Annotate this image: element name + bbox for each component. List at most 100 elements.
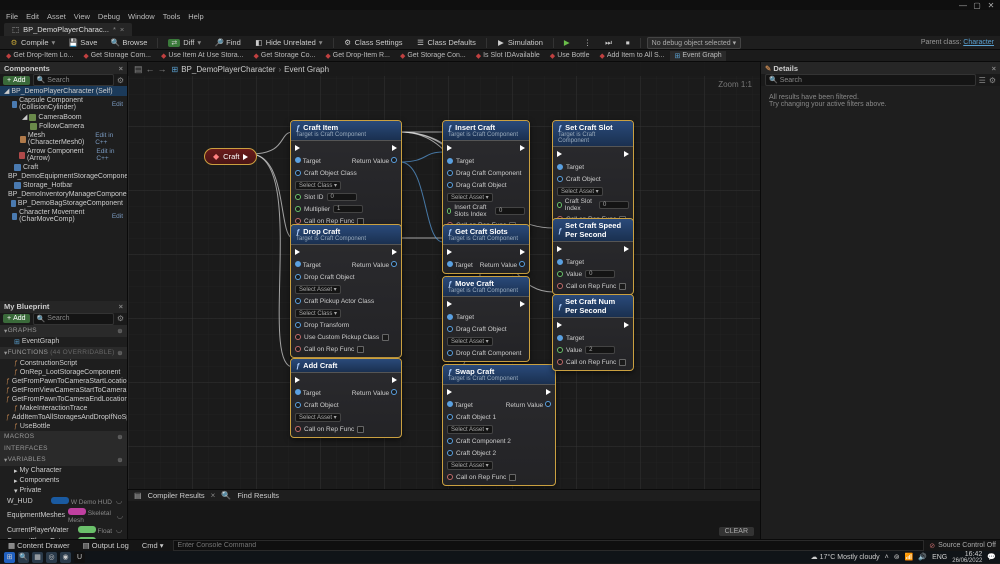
tray-volume-icon[interactable]: 🔊 bbox=[918, 553, 927, 561]
settings-icon[interactable]: ⚙ bbox=[117, 76, 124, 85]
function-item[interactable]: ƒMakeInteractionTrace bbox=[0, 404, 127, 413]
exec-pin-in[interactable] bbox=[295, 249, 300, 255]
asset-selector[interactable]: Select Asset ▾ bbox=[447, 461, 493, 470]
pin-obj[interactable] bbox=[295, 274, 301, 280]
event-graph-tab[interactable]: ⊞Event Graph bbox=[670, 51, 725, 61]
variable-group[interactable]: ▸ Components bbox=[0, 476, 127, 486]
graph-item[interactable]: ⊞EventGraph bbox=[0, 337, 127, 347]
pin-obj[interactable] bbox=[295, 402, 301, 408]
menu-edit[interactable]: Edit bbox=[26, 12, 39, 21]
browse-button[interactable]: 🔍Browse bbox=[107, 37, 151, 48]
window-maximize[interactable]: ▢ bbox=[972, 1, 982, 9]
tray-notifications-icon[interactable]: 💬 bbox=[987, 553, 996, 561]
pin-obj1[interactable] bbox=[447, 414, 453, 420]
settings-icon[interactable]: ⚙ bbox=[117, 314, 124, 323]
pin-comp2[interactable] bbox=[447, 438, 453, 444]
pin-target[interactable] bbox=[295, 389, 301, 395]
checkbox[interactable] bbox=[619, 283, 626, 290]
add-icon[interactable]: ⊕ bbox=[117, 327, 123, 335]
variable-item[interactable]: EquipmentMeshes Skeletal Mesh◡ bbox=[0, 507, 127, 525]
pin-return[interactable] bbox=[391, 389, 397, 395]
pin-obj2[interactable] bbox=[447, 450, 453, 456]
pin-target[interactable] bbox=[557, 259, 563, 265]
function-item[interactable]: ƒAddItemToAllStoragesAndDropIfNoSpace bbox=[0, 413, 127, 422]
value-input[interactable]: 0 bbox=[585, 270, 615, 278]
exec-pin-out[interactable] bbox=[392, 145, 397, 151]
node-swap-craft[interactable]: ƒSwap CraftTarget is Craft Component Tar… bbox=[442, 364, 556, 486]
pin-mult[interactable] bbox=[295, 206, 301, 212]
close-icon[interactable]: × bbox=[119, 64, 123, 73]
components-search[interactable]: 🔍Search bbox=[33, 74, 114, 86]
console-command-input[interactable] bbox=[173, 540, 925, 551]
fn-shortcut[interactable]: ◆Get Drop-Item R... bbox=[321, 51, 394, 61]
cmd-dropdown[interactable]: Cmd ▾ bbox=[138, 540, 168, 551]
add-icon[interactable]: ⊕ bbox=[117, 456, 123, 464]
hide-unrelated-button[interactable]: ◧Hide Unrelated▾ bbox=[251, 37, 327, 48]
exec-pin[interactable] bbox=[243, 154, 248, 160]
pin-target[interactable] bbox=[557, 164, 563, 170]
step-button[interactable]: ⏭ bbox=[601, 37, 616, 49]
breadcrumb-blueprint[interactable]: BP_DemoPlayerCharacter bbox=[181, 65, 275, 74]
section-interfaces[interactable]: INTERFACES bbox=[0, 443, 127, 454]
class-selector[interactable]: Select Class ▾ bbox=[295, 181, 341, 190]
tray-wifi-icon[interactable]: 📶 bbox=[905, 553, 914, 561]
variable-item[interactable]: CurrentPlayerEat Float◡ bbox=[0, 536, 127, 540]
clear-button[interactable]: CLEAR bbox=[719, 527, 754, 536]
close-icon[interactable]: × bbox=[119, 302, 123, 311]
component-item[interactable]: Craft bbox=[0, 163, 127, 172]
pin-comp[interactable] bbox=[447, 170, 453, 176]
component-item[interactable]: ◢CameraBoom bbox=[0, 112, 127, 122]
node-move-craft[interactable]: ƒMove CraftTarget is Craft Component Tar… bbox=[442, 276, 530, 362]
checkbox[interactable] bbox=[509, 474, 516, 481]
exec-pin-in[interactable] bbox=[557, 322, 562, 328]
section-variables[interactable]: ▾ VARIABLES⊕ bbox=[0, 454, 127, 466]
exec-pin-in[interactable] bbox=[447, 249, 452, 255]
task-chrome[interactable]: ◉ bbox=[60, 552, 71, 563]
exec-pin-out[interactable] bbox=[624, 246, 629, 252]
node-set-craft-slot[interactable]: ƒSet Craft SlotTarget is Craft Component… bbox=[552, 120, 634, 228]
tab-close[interactable]: × bbox=[120, 25, 124, 34]
details-header[interactable]: ✎ Details× bbox=[761, 62, 1000, 74]
save-button[interactable]: 💾Save bbox=[65, 37, 101, 48]
function-item[interactable]: ƒUseBottle bbox=[0, 422, 127, 431]
add-blueprint-button[interactable]: + Add bbox=[3, 314, 30, 323]
pin-target[interactable] bbox=[447, 261, 453, 267]
node-drop-craft[interactable]: ƒDrop CraftTarget is Craft Component Tar… bbox=[290, 224, 402, 358]
task-edge[interactable]: ◎ bbox=[46, 552, 57, 563]
close-icon[interactable]: × bbox=[992, 64, 996, 73]
parent-class-link[interactable]: Character bbox=[963, 39, 994, 46]
node-set-craft-speed[interactable]: ƒSet Craft Speed Per Second Target Value… bbox=[552, 218, 634, 295]
exec-pin-in[interactable] bbox=[447, 145, 452, 151]
variable-item[interactable]: W_HUD W Demo HUD◡ bbox=[0, 496, 127, 507]
exec-pin-in[interactable] bbox=[447, 389, 452, 395]
component-item[interactable]: Storage_Hotbar bbox=[0, 181, 127, 190]
graph-drawer-icon[interactable]: ▤ bbox=[134, 64, 143, 75]
myblueprint-search[interactable]: 🔍Search bbox=[33, 313, 114, 325]
exec-pin-out[interactable] bbox=[624, 151, 629, 157]
event-node-craft[interactable]: ◆ Craft bbox=[204, 148, 257, 165]
component-item[interactable]: BP_DemoEquipmentStorageComponent bbox=[0, 172, 127, 181]
exec-pin-in[interactable] bbox=[557, 151, 562, 157]
taskbar-clock[interactable]: 16:42 26/06/2022 bbox=[952, 551, 982, 564]
exec-pin-in[interactable] bbox=[557, 246, 562, 252]
fn-shortcut[interactable]: ◆Get Storage Com... bbox=[79, 51, 155, 61]
menu-view[interactable]: View bbox=[74, 12, 90, 21]
filter-icon[interactable]: ☰ bbox=[979, 76, 986, 85]
weather-widget[interactable]: ☁ 17°C Mostly cloudy bbox=[811, 553, 880, 561]
exec-pin-in[interactable] bbox=[295, 145, 300, 151]
task-unreal[interactable]: U bbox=[74, 552, 85, 563]
component-root[interactable]: ◢BP_DemoPlayerCharacter (Self) bbox=[0, 86, 127, 96]
fn-shortcut[interactable]: ◆Get Storage Co... bbox=[250, 51, 320, 61]
tray-chevron[interactable]: ˄ bbox=[885, 554, 889, 561]
function-item[interactable]: ƒGetFromViewCameraStartToCameraEndLocati… bbox=[0, 386, 127, 395]
mult-input[interactable]: 1 bbox=[333, 205, 363, 213]
window-close[interactable]: ✕ bbox=[986, 1, 996, 9]
blueprint-tab[interactable]: ⬚ BP_DemoPlayerCharac... * × bbox=[4, 23, 132, 36]
exec-pin-in[interactable] bbox=[295, 377, 300, 383]
play-button[interactable]: ▶ bbox=[560, 37, 574, 48]
pin-target[interactable] bbox=[295, 261, 301, 267]
idx-input[interactable]: 0 bbox=[599, 201, 629, 209]
menu-asset[interactable]: Asset bbox=[47, 12, 66, 21]
menu-window[interactable]: Window bbox=[128, 12, 155, 21]
compile-button[interactable]: ⚙Compile▾ bbox=[6, 37, 59, 48]
